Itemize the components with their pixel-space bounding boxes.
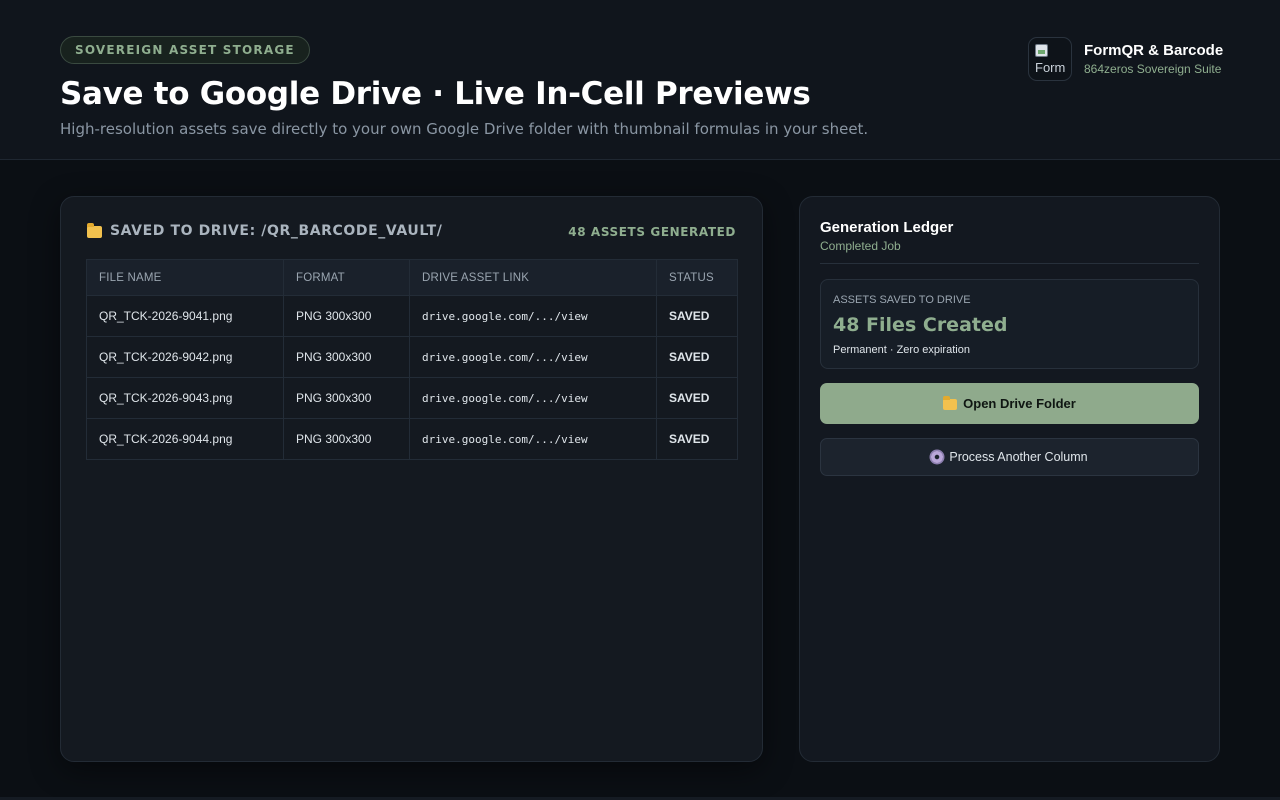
- drive-link[interactable]: drive.google.com/.../view: [409, 418, 657, 460]
- folder-icon: [943, 396, 958, 410]
- stat-note: Permanent · Zero expiration: [833, 344, 970, 356]
- process-another-column-button[interactable]: Process Another Column: [820, 438, 1199, 476]
- format-cell: PNG 300x300: [283, 377, 410, 419]
- ledger-status: Completed Job: [820, 239, 901, 253]
- table-row: QR_TCK-2026-9044.png PNG 300x300 drive.g…: [86, 418, 738, 460]
- brand-subtitle: 864zeros Sovereign Suite: [1084, 62, 1222, 76]
- table-row: QR_TCK-2026-9043.png PNG 300x300 drive.g…: [86, 377, 738, 419]
- storage-badge: SOVEREIGN ASSET STORAGE: [60, 36, 310, 64]
- status-badge: SAVED: [656, 295, 738, 337]
- format-cell: PNG 300x300: [283, 295, 410, 337]
- page-header: SOVEREIGN ASSET STORAGE Save to Google D…: [0, 0, 1280, 160]
- column-header-status: STATUS: [656, 259, 738, 296]
- format-cell: PNG 300x300: [283, 418, 410, 460]
- drive-link[interactable]: drive.google.com/.../view: [409, 336, 657, 378]
- brand-name: FormQR & Barcode: [1084, 42, 1224, 59]
- process-another-column-label: Process Another Column: [949, 450, 1088, 464]
- gear-icon: [931, 451, 944, 463]
- brand-logo-alt-text: Form: [1035, 60, 1066, 75]
- status-badge: SAVED: [656, 418, 738, 460]
- brand-logo: Form: [1028, 37, 1072, 81]
- ledger-title: Generation Ledger: [820, 219, 954, 236]
- table-row: QR_TCK-2026-9042.png PNG 300x300 drive.g…: [86, 336, 738, 378]
- status-badge: SAVED: [656, 336, 738, 378]
- table-row: QR_TCK-2026-9041.png PNG 300x300 drive.g…: [86, 295, 738, 337]
- status-badge: SAVED: [656, 377, 738, 419]
- stat-value: 48 Files Created: [833, 314, 1008, 336]
- open-drive-folder-label: Open Drive Folder: [963, 396, 1076, 411]
- file-name-cell: QR_TCK-2026-9042.png: [86, 336, 284, 378]
- divider: [820, 263, 1199, 264]
- panel-title: SAVED TO DRIVE: /QR_BARCODE_VAULT/: [110, 223, 443, 239]
- page-title: Save to Google Drive · Live In-Cell Prev…: [60, 76, 811, 112]
- generation-ledger-panel: Generation Ledger Completed Job ASSETS S…: [799, 196, 1220, 762]
- saved-assets-panel: SAVED TO DRIVE: /QR_BARCODE_VAULT/ 48 AS…: [60, 196, 763, 762]
- assets-table: FILE NAME FORMAT DRIVE ASSET LINK STATUS…: [86, 259, 738, 460]
- drive-link[interactable]: drive.google.com/.../view: [409, 377, 657, 419]
- asset-count: 48 ASSETS GENERATED: [568, 225, 736, 239]
- stat-label: ASSETS SAVED TO DRIVE: [833, 294, 971, 306]
- table-header-row: FILE NAME FORMAT DRIVE ASSET LINK STATUS: [86, 259, 738, 296]
- broken-image-icon: [1035, 44, 1048, 57]
- panel-header: SAVED TO DRIVE: /QR_BARCODE_VAULT/ 48 AS…: [87, 223, 736, 243]
- column-header-file-name: FILE NAME: [86, 259, 284, 296]
- file-name-cell: QR_TCK-2026-9043.png: [86, 377, 284, 419]
- drive-link[interactable]: drive.google.com/.../view: [409, 295, 657, 337]
- assets-saved-stat: ASSETS SAVED TO DRIVE 48 Files Created P…: [820, 279, 1199, 369]
- file-name-cell: QR_TCK-2026-9041.png: [86, 295, 284, 337]
- column-header-format: FORMAT: [283, 259, 410, 296]
- open-drive-folder-button[interactable]: Open Drive Folder: [820, 383, 1199, 424]
- file-name-cell: QR_TCK-2026-9044.png: [86, 418, 284, 460]
- folder-icon: [87, 223, 102, 238]
- page-subtitle: High-resolution assets save directly to …: [60, 120, 869, 138]
- column-header-drive-link: DRIVE ASSET LINK: [409, 259, 657, 296]
- format-cell: PNG 300x300: [283, 336, 410, 378]
